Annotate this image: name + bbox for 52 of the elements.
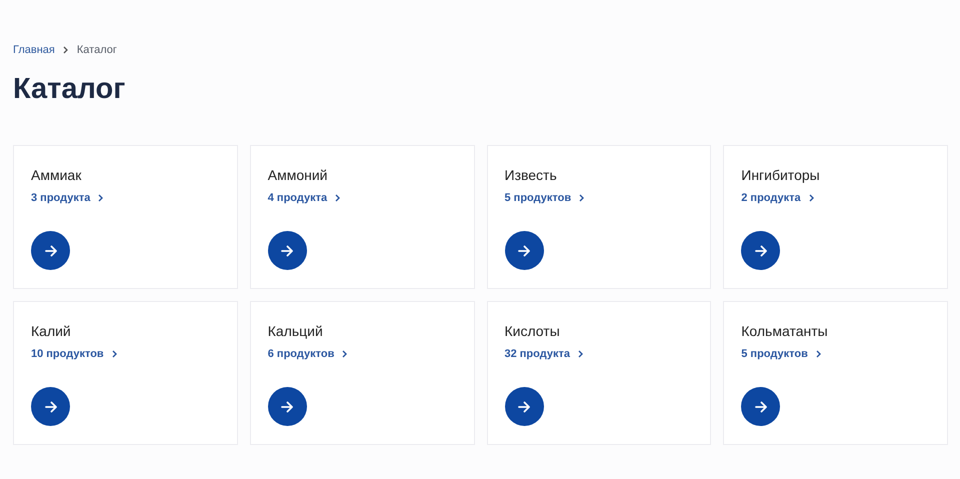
- chevron-icon: [335, 194, 340, 202]
- product-count-link[interactable]: 2 продукта: [741, 191, 814, 205]
- arrow-right-icon: [281, 400, 294, 412]
- category-card[interactable]: Кольматанты 5 продуктов: [723, 301, 948, 445]
- chevron-icon: [578, 350, 583, 358]
- chevron-icon: [808, 194, 814, 202]
- arrow-right-icon: [754, 400, 767, 412]
- category-card[interactable]: Известь 5 продуктов: [486, 145, 712, 289]
- arrow-button[interactable]: [268, 231, 307, 270]
- category-name: Кислоты: [504, 322, 561, 340]
- breadcrumb-link[interactable]: Каталог: [76, 42, 117, 58]
- category-card[interactable]: Аммоний 4 продукта: [250, 145, 474, 289]
- category-card[interactable]: Ингибиторы 2 продукта: [723, 145, 948, 289]
- category-card[interactable]: Кальций 6 продуктов: [250, 301, 474, 445]
- arrow-button[interactable]: [504, 387, 544, 426]
- arrow-button[interactable]: [268, 387, 307, 426]
- arrow-right-icon: [518, 400, 530, 412]
- category-name: Калий: [31, 322, 72, 340]
- arrow-button[interactable]: [741, 387, 780, 426]
- category-name: Кальций: [268, 322, 324, 340]
- arrow-button[interactable]: [504, 231, 544, 270]
- category-card[interactable]: Калий 10 продуктов: [13, 301, 238, 445]
- category-name: Аммоний: [268, 166, 328, 184]
- product-count-link[interactable]: 32 продукта: [504, 347, 583, 361]
- chevron-icon: [98, 194, 104, 202]
- arrow-right-icon: [44, 400, 56, 412]
- product-count-link[interactable]: 3 продукта: [31, 191, 104, 205]
- chevron-icon: [816, 350, 821, 358]
- product-count-link[interactable]: 5 продуктов: [741, 347, 821, 361]
- chevron-icon: [112, 350, 117, 358]
- category-card[interactable]: Аммиак 3 продукта: [13, 145, 238, 289]
- chevron-icon: [342, 350, 348, 358]
- arrow-button[interactable]: [741, 231, 780, 270]
- category-name: Аммиак: [31, 166, 82, 184]
- chevron-icon: [579, 194, 584, 202]
- arrow-right-icon: [518, 244, 530, 256]
- arrow-button[interactable]: [31, 387, 70, 426]
- arrow-button[interactable]: [31, 231, 70, 270]
- product-count-link[interactable]: 6 продуктов: [268, 347, 348, 361]
- product-count-link[interactable]: 4 продукта: [268, 191, 340, 205]
- category-name: Ингибиторы: [741, 166, 821, 184]
- page-title: Каталог: [13, 72, 126, 107]
- category-name: Известь: [504, 166, 558, 184]
- chevron-icon: [62, 46, 69, 54]
- product-count-link[interactable]: 10 продуктов: [31, 347, 117, 361]
- product-count-link[interactable]: 5 продуктов: [504, 191, 584, 205]
- arrow-right-icon: [754, 244, 767, 256]
- arrow-right-icon: [44, 244, 56, 256]
- category-name: Кольматанты: [741, 322, 829, 340]
- category-card[interactable]: Кислоты 32 продукта: [486, 301, 712, 445]
- breadcrumb-link[interactable]: Главная: [13, 42, 55, 58]
- arrow-right-icon: [281, 244, 294, 256]
